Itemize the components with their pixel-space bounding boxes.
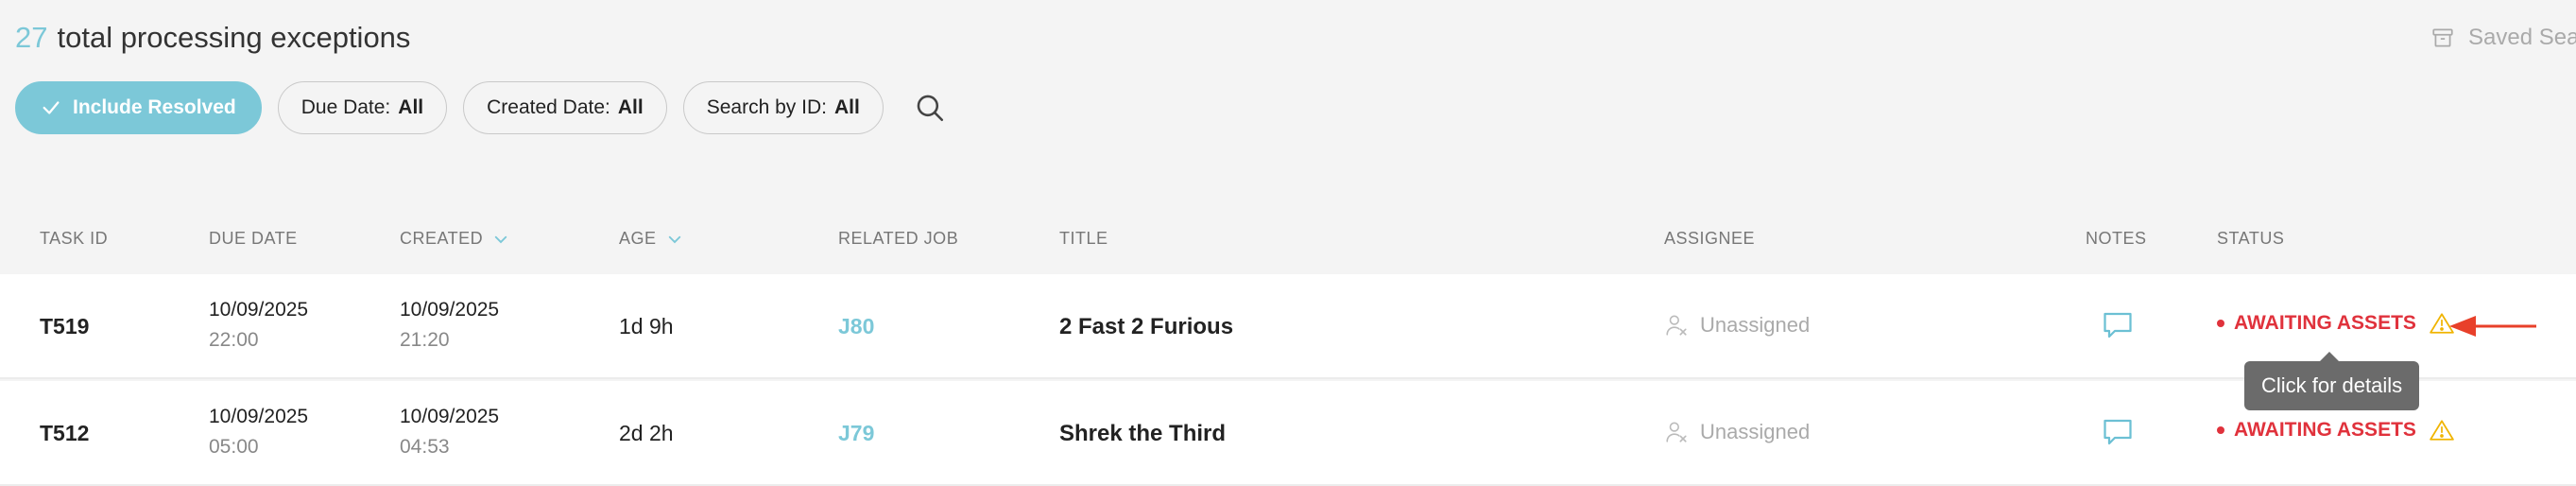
created-date: 10/09/2025 [400,406,500,427]
task-id: T519 [40,314,90,338]
column-header-age[interactable]: AGE [619,229,683,249]
column-header-due-date[interactable]: DUE DATE [209,229,298,249]
page-title-text: total processing exceptions [57,21,411,54]
task-title: 2 Fast 2 Furious [1059,314,1234,339]
notes-button[interactable] [2101,415,2135,454]
column-header-created[interactable]: CREATED [400,229,509,249]
due-date-filter-value: All [398,96,424,118]
status-badge[interactable]: AWAITING ASSETS [2217,419,2454,442]
age: 2d 2h [619,421,674,445]
column-header-label: TITLE [1059,229,1108,248]
column-header-label: NOTES [2086,229,2147,248]
due-date: 10/09/2025 [209,299,309,321]
warning-triangle-icon[interactable] [2430,419,2454,442]
column-header-label: RELATED JOB [838,229,959,248]
speech-bubble-icon [2104,312,2132,338]
search-button[interactable] [907,85,953,130]
status-dot [2217,320,2224,327]
due-date-cell: 10/09/2025 05:00 [209,406,308,459]
notes-button[interactable] [2101,308,2135,347]
left-arrow-icon [2449,316,2536,337]
speech-bubble-icon [2104,419,2132,445]
created-date-filter-label: Created Date: [487,96,610,118]
saved-search-button[interactable]: Saved Sear [2430,25,2576,51]
tooltip-click-for-details: Click for details [2244,352,2420,410]
column-header-label: AGE [619,229,657,248]
due-date-filter-label: Due Date: [301,96,391,118]
column-header-label: CREATED [400,229,484,248]
assignee-selector[interactable]: Unassigned [1664,313,1810,338]
table-header: TASK ID DUE DATE CREATED AGE RELATED JOB… [0,225,2576,272]
status-dot [2217,426,2224,434]
checkmark-icon [43,101,60,114]
created-cell: 10/09/2025 04:53 [400,406,499,459]
table-row[interactable]: T512 10/09/2025 05:00 10/09/2025 04:53 2… [0,381,2576,486]
column-header-label: DUE DATE [209,229,298,248]
due-time: 05:00 [209,436,259,458]
include-resolved-toggle[interactable]: Include Resolved [15,81,262,134]
page-title: 27 total processing exceptions [15,21,410,55]
created-cell: 10/09/2025 21:20 [400,299,499,352]
created-date-filter[interactable]: Created Date: All [463,81,667,134]
archive-box-icon [2432,28,2453,47]
assignee-label: Unassigned [1700,313,1811,337]
table-row[interactable]: T519 10/09/2025 22:00 10/09/2025 21:20 1… [0,274,2576,379]
column-header-label: TASK ID [40,229,109,248]
chevron-down-icon [495,235,507,243]
include-resolved-label: Include Resolved [73,96,236,118]
column-header-related-job[interactable]: RELATED JOB [838,229,958,249]
related-job-link[interactable]: J80 [838,314,874,339]
search-icon [917,95,943,122]
user-x-icon [1666,422,1687,443]
column-header-notes[interactable]: NOTES [2086,229,2147,249]
created-time: 21:20 [400,329,450,351]
assignee-selector[interactable]: Unassigned [1664,420,1810,444]
created-date: 10/09/2025 [400,299,500,321]
task-title: Shrek the Third [1059,421,1227,446]
due-date-filter[interactable]: Due Date: All [277,81,448,134]
filter-bar: Include Resolved Due Date: All Created D… [15,81,953,134]
created-time: 04:53 [400,436,450,458]
chevron-down-icon [668,235,680,243]
column-header-assignee[interactable]: ASSIGNEE [1664,229,1755,249]
search-by-id-filter[interactable]: Search by ID: All [682,81,884,134]
status-label: AWAITING ASSETS [2234,419,2416,441]
due-date: 10/09/2025 [209,406,309,427]
task-id: T512 [40,421,90,445]
age: 1d 9h [619,314,674,338]
created-date-filter-value: All [617,96,644,118]
user-x-icon [1666,315,1687,336]
column-header-status[interactable]: STATUS [2217,229,2284,249]
column-header-title[interactable]: TITLE [1059,229,1108,249]
due-date-cell: 10/09/2025 22:00 [209,299,308,352]
column-header-label: STATUS [2217,229,2285,248]
related-job-link[interactable]: J79 [838,421,874,446]
column-header-label: ASSIGNEE [1664,229,1756,248]
page: 27 total processing exceptions Saved Sear… [0,0,2576,486]
status-badge[interactable]: AWAITING ASSETS [2217,312,2454,335]
column-header-task-id[interactable]: TASK ID [40,229,108,249]
saved-search-label: Saved Sear [2468,25,2576,50]
exceptions-count: 27 [15,21,48,54]
search-by-id-filter-value: All [833,96,860,118]
status-label: AWAITING ASSETS [2234,312,2416,334]
search-by-id-filter-label: Search by ID: [706,96,827,118]
assignee-label: Unassigned [1700,420,1811,443]
due-time: 22:00 [209,329,259,351]
